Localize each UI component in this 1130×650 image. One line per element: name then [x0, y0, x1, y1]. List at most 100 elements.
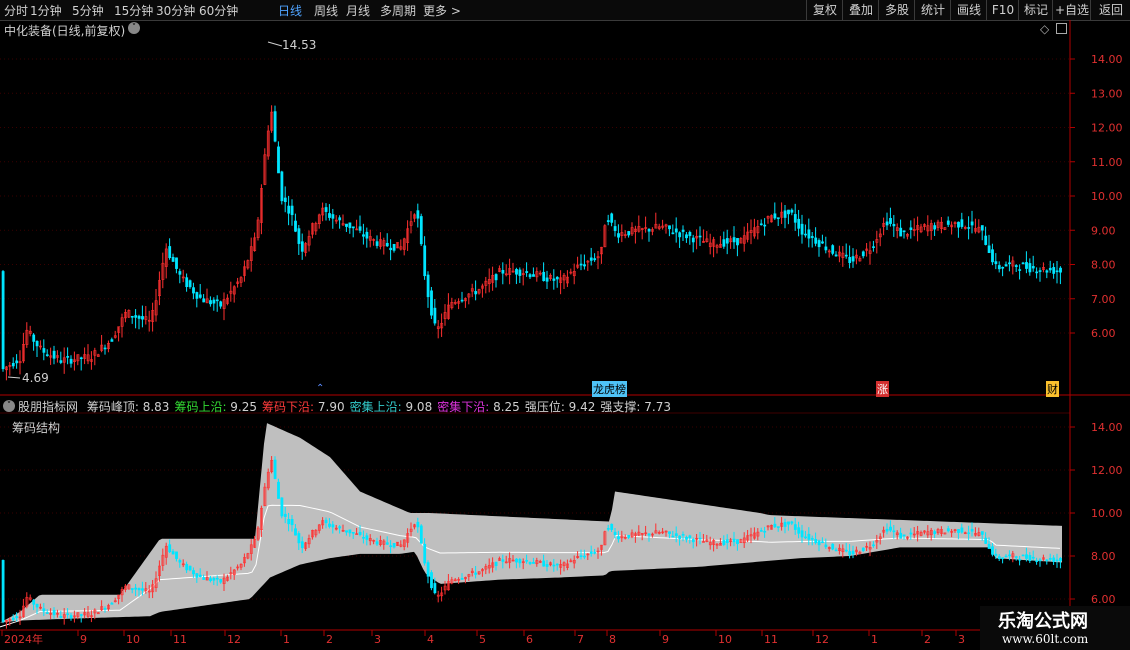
candle-body — [1045, 559, 1049, 562]
candle-body — [681, 534, 685, 536]
candle-body — [324, 207, 328, 212]
candle-body — [579, 263, 583, 266]
candle-body — [273, 111, 277, 142]
candle-body — [773, 523, 777, 528]
marker-longhubang[interactable]: 龙虎榜 — [592, 381, 627, 397]
candle-body — [800, 530, 804, 538]
marker-zhang[interactable]: 涨 — [876, 381, 889, 397]
y-tick-label: 11.00 — [1091, 156, 1123, 169]
candle-body — [885, 528, 889, 532]
candle-body — [627, 231, 631, 236]
candle-body — [759, 530, 763, 532]
indicator-chevron-icon[interactable]: ˅ — [3, 400, 15, 412]
candle-body — [946, 528, 950, 532]
candle-body — [589, 551, 593, 554]
candle-body — [209, 578, 212, 582]
candle-body — [137, 315, 141, 319]
candle-body — [1028, 555, 1032, 561]
candle-body — [1031, 266, 1035, 269]
candle-body — [528, 274, 532, 278]
candle-body — [970, 528, 974, 532]
candle-body — [192, 570, 195, 575]
candle-body — [787, 521, 790, 525]
candle-body — [494, 561, 498, 566]
candle-body — [804, 536, 807, 539]
candle-body — [909, 532, 913, 535]
candle-body — [351, 226, 355, 229]
candle-body — [807, 229, 811, 239]
x-tick-label: 10 — [718, 633, 732, 646]
indicator-source: 股朋指标网 — [18, 400, 79, 414]
ind-y-tick-label: 12.00 — [1091, 464, 1123, 477]
candle-body — [610, 213, 614, 223]
marker-cai[interactable]: 财 — [1046, 381, 1059, 397]
candle-body — [134, 587, 138, 590]
candle-body — [725, 238, 729, 244]
candle-body — [1035, 271, 1039, 274]
candle-body — [763, 224, 767, 227]
candle-body — [824, 246, 828, 251]
x-tick-label: 3 — [374, 633, 381, 646]
indicator-item-4: 密集下沿: 8.25 — [437, 400, 520, 414]
candle-body — [545, 564, 549, 567]
candle-body — [606, 220, 610, 223]
ind-y-tick-label: 10.00 — [1091, 507, 1123, 520]
candle-body — [52, 350, 56, 359]
indicator-item-2: 筹码下沿: 7.90 — [262, 400, 345, 414]
candle-body — [681, 229, 685, 232]
x-tick-label: 12 — [815, 633, 829, 646]
ind-y-tick-label: 6.00 — [1091, 593, 1116, 606]
candle-body — [202, 577, 206, 580]
candle-body — [736, 238, 739, 246]
candle-body — [32, 334, 36, 342]
kline-chart[interactable]: 14.00 13.00 12.00 11.00 10.00 9.00 8.00 7.00 6.0… — [0, 0, 1130, 650]
candle-body — [290, 205, 294, 216]
candle-body — [1035, 560, 1039, 562]
candle-body — [987, 543, 991, 549]
candle-body — [300, 241, 304, 252]
candle-body — [1, 271, 5, 370]
candle-body — [1014, 556, 1018, 558]
candle-body — [130, 315, 134, 318]
candle-body — [137, 588, 141, 591]
watermark-line1: 乐淘公式网 — [998, 611, 1088, 632]
signal-marker: ⌃ — [316, 383, 324, 394]
candle-body — [991, 546, 994, 555]
candle-body — [192, 287, 195, 294]
candle-body — [175, 257, 178, 269]
candle-body — [338, 217, 342, 221]
candle-body — [691, 237, 695, 243]
candle-body — [776, 217, 780, 219]
candle-body — [668, 225, 671, 230]
candle-body — [171, 257, 175, 262]
candle-body — [433, 307, 437, 324]
candle-body — [583, 555, 586, 558]
candle-body — [722, 239, 726, 247]
candle-body — [362, 234, 365, 237]
x-tick-label: 9 — [80, 633, 87, 646]
candle-body — [994, 261, 998, 265]
candle-body — [215, 577, 219, 580]
candle-body — [851, 256, 855, 262]
candle-body — [787, 209, 790, 215]
low-pointer — [7, 376, 21, 379]
candle-body — [1021, 554, 1025, 557]
candle-body — [338, 526, 342, 529]
candle-body — [555, 276, 559, 280]
y-tick-label: 6.00 — [1091, 327, 1116, 340]
candle-body — [892, 530, 896, 533]
candle-body — [294, 220, 297, 232]
candle-body — [426, 562, 430, 577]
candle-body — [389, 247, 393, 251]
candle-body — [331, 214, 335, 219]
candle-body — [110, 339, 114, 342]
candle-body — [1055, 270, 1059, 273]
candle-body — [423, 543, 427, 564]
candle-body — [1021, 262, 1025, 265]
candle-body — [1004, 555, 1008, 558]
candle-body — [185, 277, 189, 288]
candle-body — [685, 234, 688, 239]
candle-body — [345, 530, 348, 533]
candle-body — [967, 227, 971, 229]
candle-body — [668, 531, 671, 534]
